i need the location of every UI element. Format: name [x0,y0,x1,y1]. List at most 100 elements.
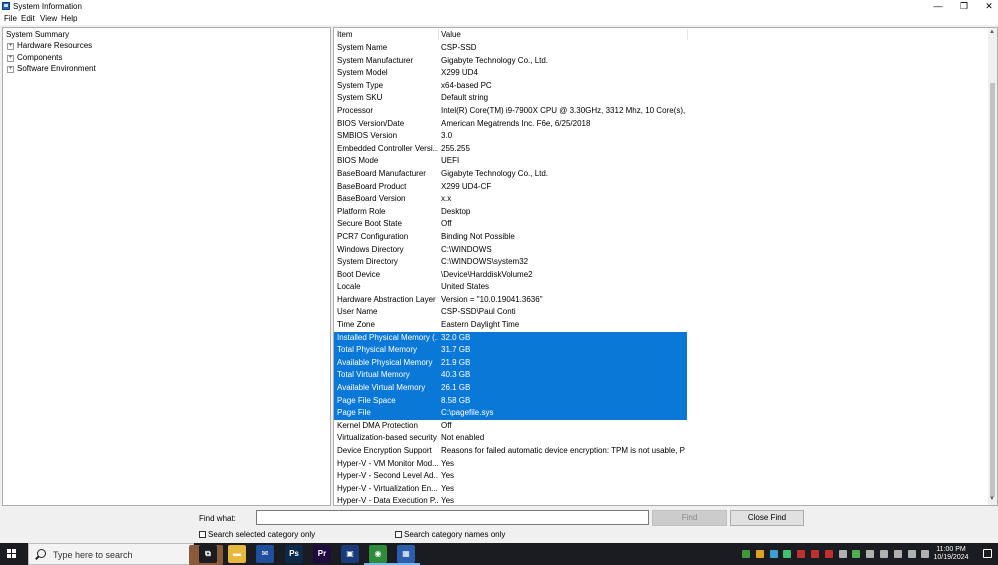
checkbox-box[interactable] [199,531,206,538]
tray-icon[interactable] [797,550,806,558]
expand-icon[interactable]: + [7,66,14,73]
list-row[interactable]: BaseBoard Product X299 UD4-CF [334,181,986,194]
list-row[interactable]: User Name CSP-SSD\Paul Conti [334,306,986,319]
taskbar-clock[interactable]: 11:00 PM 10/19/2024 [926,546,976,562]
list-row[interactable]: Boot Device \Device\HarddiskVolume2 [334,269,986,282]
tray-icon[interactable] [769,550,778,558]
list-row[interactable]: Page File Space 8.58 GB [334,394,986,408]
tray-icon[interactable] [907,550,916,558]
list-row[interactable]: Hyper-V - Virtualization En... Yes [334,483,986,496]
list-row[interactable]: Virtualization-based security Not enabled [334,432,986,445]
list-row[interactable]: Hyper-V - Data Execution P... Yes [334,495,986,505]
notifications-icon[interactable] [983,549,992,558]
system-information-taskbar-icon[interactable]: ▦ [397,545,415,563]
list-row[interactable]: Device Encryption Support Reasons for fai… [334,445,986,458]
chrome-taskbar-icon[interactable]: ◉ [369,545,387,563]
list-row[interactable]: Embedded Controller Versi... 255.255 [334,143,986,156]
tray-icon[interactable] [866,550,875,558]
premiere-taskbar-icon[interactable]: Pr [313,545,331,563]
menu-help[interactable]: Help [61,14,77,23]
list-row[interactable]: Installed Physical Memory (... 32.0 GB [334,331,986,345]
task-view-taskbar-icon[interactable]: ⧉ [199,545,217,563]
list-row[interactable]: BIOS Version/Date American Megatrends Inc… [334,118,986,131]
find-input[interactable] [256,510,649,525]
tree-item-software-environment[interactable]: + Software Environment [7,64,96,75]
list-row[interactable]: Available Virtual Memory 26.1 GB [334,382,986,395]
list-row[interactable]: System Name CSP-SSD [334,42,986,55]
list-row[interactable]: Available Physical Memory 21.9 GB [334,356,986,370]
row-item: BIOS Mode [337,156,379,166]
list-row[interactable]: Page File C:\pagefile.sys [334,407,986,420]
search-category-names-checkbox[interactable]: Search category names only [395,530,505,539]
list-row[interactable]: Total Virtual Memory 40.3 GB [334,369,986,383]
column-divider[interactable] [438,29,439,40]
list-row[interactable]: System Type x64-based PC [334,80,986,93]
windows-start-icon[interactable] [7,549,17,559]
tree-item-hardware-resources[interactable]: + Hardware Resources [7,41,92,52]
email-taskbar-icon[interactable]: ✉ [256,545,274,563]
list-row[interactable]: Secure Boot State Off [334,218,986,231]
list-row[interactable]: Hardware Abstraction Layer Version = "10.… [334,294,986,307]
expand-icon[interactable]: + [7,43,14,50]
tray-icon[interactable] [811,550,819,558]
find-what-label: Find what: [199,514,236,523]
search-selected-category-checkbox[interactable]: Search selected category only [199,530,315,539]
restore-button[interactable]: ❐ [951,0,977,13]
find-button[interactable]: Find [652,510,727,526]
list-row[interactable]: Total Physical Memory 31.7 GB [334,344,986,357]
list-row[interactable]: System Model X299 UD4 [334,67,986,80]
close-find-button[interactable]: Close Find [730,510,804,526]
list-row[interactable]: Hyper-V - Second Level Ad... Yes [334,470,986,483]
list-row[interactable]: BIOS Mode UEFI [334,155,986,168]
row-value: Binding Not Possible [441,231,515,241]
list-row[interactable]: System SKU Default string [334,92,986,105]
list-row[interactable]: System Manufacturer Gigabyte Technology C… [334,55,986,68]
taskbar-search-box[interactable]: Type here to search [28,543,223,565]
minimize-button[interactable]: — [925,0,951,13]
tray-icon[interactable] [755,550,764,558]
tray-icon[interactable] [742,550,750,558]
list-row[interactable]: Hyper-V - VM Monitor Mod... Yes [334,458,986,471]
column-header-value[interactable]: Value [441,30,461,39]
scroll-up-icon[interactable]: ▲ [989,29,995,35]
menu-edit[interactable]: Edit [21,14,35,23]
row-item: Platform Role [337,206,386,216]
row-value: United States [441,282,490,292]
list-row[interactable]: System Directory C:\WINDOWS\system32 [334,256,986,269]
list-row[interactable]: PCR7 Configuration Binding Not Possible [334,231,986,244]
close-button[interactable]: ✕ [976,0,998,13]
tray-icon[interactable] [838,550,847,558]
list-row[interactable]: BaseBoard Version x.x [334,193,986,206]
scroll-thumb[interactable] [990,83,995,497]
menu-file[interactable]: File [4,14,17,23]
list-row[interactable]: Time Zone Eastern Daylight Time [334,319,986,332]
category-tree[interactable]: System Summary + Hardware Resources + Comp… [2,27,331,506]
vertical-scrollbar[interactable]: ▲ ▼ [988,28,997,505]
list-row[interactable]: Locale United States [334,281,986,294]
menu-view[interactable]: View [40,14,57,23]
tree-item-system-summary[interactable]: System Summary [6,30,69,39]
tray-icon[interactable] [893,550,902,558]
tray-icon[interactable] [824,550,833,558]
column-header-item[interactable]: Item [337,30,353,39]
list-row[interactable]: Kernel DMA Protection Off [334,420,986,433]
tray-icon[interactable] [783,550,792,558]
tree-item-components[interactable]: + Components [7,53,62,64]
file-explorer-taskbar-icon[interactable]: ▬ [228,545,246,563]
checkbox-box[interactable] [395,531,402,538]
list-row[interactable]: BaseBoard Manufacturer Gigabyte Technolog… [334,168,986,181]
tray-icon[interactable] [852,550,861,558]
photoshop-taskbar-icon[interactable]: Ps [285,545,303,563]
details-list[interactable]: Item Value System Name CSP-SSD System Manu… [333,27,998,506]
list-row[interactable]: Platform Role Desktop [334,206,986,219]
row-item: BaseBoard Manufacturer [337,168,426,178]
column-divider[interactable] [687,29,688,40]
list-row[interactable]: Windows Directory C:\WINDOWS [334,244,986,257]
app-blue-taskbar-icon[interactable]: ▣ [341,545,359,563]
expand-icon[interactable]: + [7,55,14,62]
list-row[interactable]: SMBIOS Version 3.0 [334,130,986,143]
find-bar: Find what: Find Close Find Search select… [0,507,998,543]
list-row[interactable]: Processor Intel(R) Core(TM) i9-7900X CPU … [334,105,986,118]
tray-icon[interactable] [880,550,888,558]
scroll-down-icon[interactable]: ▼ [989,496,995,502]
